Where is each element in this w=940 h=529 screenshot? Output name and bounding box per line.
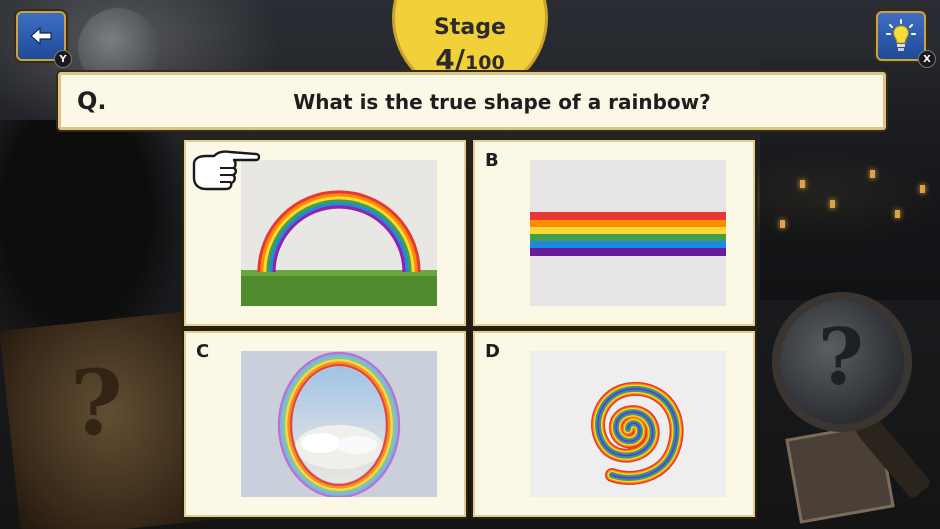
rainbow-circle-image — [241, 351, 437, 497]
question-text: What is the true shape of a rainbow? — [293, 90, 711, 114]
key-badge-x: X — [918, 50, 936, 68]
option-letter: C — [196, 341, 210, 362]
lightbulb-icon — [886, 19, 916, 51]
option-letter: D — [485, 341, 500, 362]
rainbow-band-image — [530, 160, 726, 306]
lens-question-mark: ? — [818, 312, 864, 403]
question-label: Q. — [77, 87, 107, 115]
stage-total: 100 — [465, 52, 505, 74]
arrow-left-icon — [30, 27, 52, 45]
answer-option-c[interactable]: C — [184, 331, 466, 517]
key-badge-y: Y — [54, 50, 72, 68]
option-letter: B — [485, 150, 499, 171]
answer-option-b[interactable]: B — [473, 140, 755, 326]
stage-title: Stage — [434, 15, 506, 40]
rainbow-spiral-image — [530, 351, 726, 497]
question-mark-decoration: ? — [70, 350, 123, 456]
question-bar: Q. What is the true shape of a rainbow? — [58, 72, 886, 130]
rainbow-arch-image — [241, 160, 437, 306]
answer-option-d[interactable]: D — [473, 331, 755, 517]
pointing-hand-icon — [192, 150, 261, 191]
